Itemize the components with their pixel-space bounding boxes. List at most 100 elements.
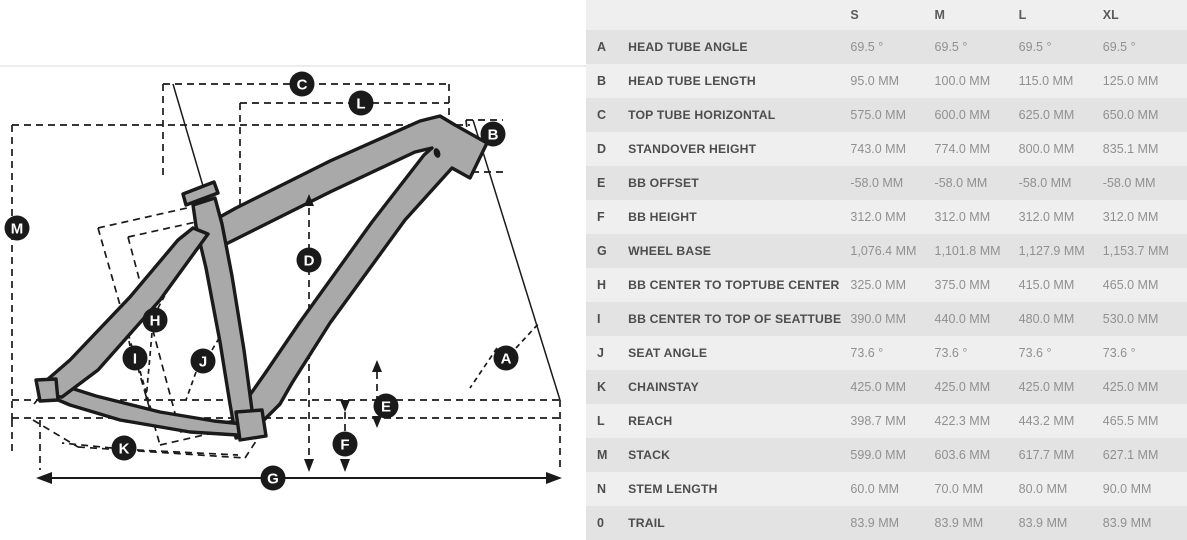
row-label: BB CENTER TO TOPTUBE CENTER [628, 268, 851, 302]
badge-label: G [267, 471, 279, 488]
row-value-xl: 650.0 MM [1102, 98, 1187, 132]
row-value-l: 800.0 MM [1018, 132, 1103, 166]
row-value-l: 480.0 MM [1018, 302, 1103, 336]
geometry-table-panel: S M L XL A HEAD TUBE ANGLE 69.5 ° 69.5 ° 69.… [586, 0, 1187, 540]
row-value-s: 599.0 MM [850, 438, 935, 472]
badge-c: C [289, 71, 315, 97]
row-value-s: 425.0 MM [850, 370, 935, 404]
row-letter: E [586, 166, 629, 200]
badge-label: C [297, 77, 308, 94]
badge-label: B [488, 127, 499, 144]
table-row: H BB CENTER TO TOPTUBE CENTER 325.0 MM 375.… [586, 268, 1187, 302]
row-value-xl: 465.0 MM [1102, 268, 1187, 302]
row-letter: K [586, 370, 629, 404]
table-row: E BB OFFSET -58.0 MM -58.0 MM -58.0 MM -58.0 … [586, 166, 1187, 200]
row-value-s: 398.7 MM [850, 404, 935, 438]
row-value-xl: 465.5 MM [1102, 404, 1187, 438]
row-value-m: 600.0 MM [934, 98, 1019, 132]
row-value-l: 415.0 MM [1018, 268, 1103, 302]
row-value-s: 743.0 MM [850, 132, 935, 166]
row-value-l: 625.0 MM [1018, 98, 1103, 132]
badge-label: M [11, 221, 24, 238]
table-body: A HEAD TUBE ANGLE 69.5 ° 69.5 ° 69.5 ° 69.5 °… [586, 30, 1187, 540]
table-header: S M L XL [586, 0, 1187, 30]
header-size-l: L [1018, 0, 1103, 30]
badge-label: H [150, 313, 161, 330]
table-row: N STEM LENGTH 60.0 MM 70.0 MM 80.0 MM 90.0 MM [586, 472, 1187, 506]
row-letter: G [586, 234, 629, 268]
row-value-xl: 835.1 MM [1102, 132, 1187, 166]
row-value-xl: 530.0 MM [1102, 302, 1187, 336]
row-value-s: 83.9 MM [850, 506, 935, 540]
badge-d: D [296, 247, 322, 273]
row-value-s: 69.5 ° [850, 30, 935, 64]
row-value-l: 1,127.9 MM [1018, 234, 1103, 268]
row-value-m: 83.9 MM [934, 506, 1019, 540]
table-row: B HEAD TUBE LENGTH 95.0 MM 100.0 MM 115.0 MM… [586, 64, 1187, 98]
row-letter: H [586, 268, 629, 302]
row-label: REACH [628, 404, 851, 438]
row-value-m: 70.0 MM [934, 472, 1019, 506]
table-row: A HEAD TUBE ANGLE 69.5 ° 69.5 ° 69.5 ° 69.5 ° [586, 30, 1187, 64]
row-value-xl: 83.9 MM [1102, 506, 1187, 540]
geometry-page: ABCDEFGHIJKLM S M L XL A HEAD TUBE ANGLE 6… [0, 0, 1187, 540]
badge-label: J [199, 354, 207, 371]
row-letter: M [586, 438, 629, 472]
row-value-xl: 312.0 MM [1102, 200, 1187, 234]
table-row: G WHEEL BASE 1,076.4 MM 1,101.8 MM 1,127.9 M… [586, 234, 1187, 268]
dropout [34, 377, 60, 403]
row-value-xl: 73.6 ° [1102, 336, 1187, 370]
badge-k: K [111, 435, 137, 461]
row-label: HEAD TUBE ANGLE [628, 30, 851, 64]
row-value-s: 312.0 MM [850, 200, 935, 234]
badge-g: G [260, 465, 286, 491]
row-value-l: 73.6 ° [1018, 336, 1103, 370]
table-row: L REACH 398.7 MM 422.3 MM 443.2 MM 465.5 MM [586, 404, 1187, 438]
row-label: HEAD TUBE LENGTH [628, 64, 851, 98]
header-letter [586, 0, 629, 30]
row-value-l: 83.9 MM [1018, 506, 1103, 540]
row-letter: L [586, 404, 629, 438]
badge-e: E [373, 393, 399, 419]
row-letter: J [586, 336, 629, 370]
table-row: M STACK 599.0 MM 603.6 MM 617.7 MM 627.1 MM [586, 438, 1187, 472]
row-value-l: 115.0 MM [1018, 64, 1103, 98]
header-size-s: S [850, 0, 935, 30]
badge-a: A [493, 345, 519, 371]
badge-h: H [142, 307, 168, 333]
header-size-xl: XL [1102, 0, 1187, 30]
row-value-l: 69.5 ° [1018, 30, 1103, 64]
row-value-xl: 125.0 MM [1102, 64, 1187, 98]
badge-i: I [122, 345, 148, 371]
table-row: J SEAT ANGLE 73.6 ° 73.6 ° 73.6 ° 73.6 ° [586, 336, 1187, 370]
row-value-m: -58.0 MM [934, 166, 1019, 200]
row-label: BB HEIGHT [628, 200, 851, 234]
row-letter: F [586, 200, 629, 234]
row-letter: D [586, 132, 629, 166]
row-value-l: 443.2 MM [1018, 404, 1103, 438]
row-label: SEAT ANGLE [628, 336, 851, 370]
badge-label: I [133, 351, 137, 368]
table-row: I BB CENTER TO TOP OF SEATTUBE 390.0 MM 440… [586, 302, 1187, 336]
table-row: D STANDOVER HEIGHT 743.0 MM 774.0 MM 800.0 M… [586, 132, 1187, 166]
table-row: F BB HEIGHT 312.0 MM 312.0 MM 312.0 MM 312.0 … [586, 200, 1187, 234]
row-value-m: 440.0 MM [934, 302, 1019, 336]
header-row: S M L XL [586, 0, 1187, 30]
row-value-xl: 627.1 MM [1102, 438, 1187, 472]
badge-label: L [356, 96, 365, 113]
row-label: STACK [628, 438, 851, 472]
row-value-m: 312.0 MM [934, 200, 1019, 234]
badge-label: A [501, 351, 512, 368]
row-label: TOP TUBE HORIZONTAL [628, 98, 851, 132]
row-value-xl: 90.0 MM [1102, 472, 1187, 506]
bike-frame [34, 114, 489, 442]
row-value-m: 425.0 MM [934, 370, 1019, 404]
row-value-xl: 1,153.7 MM [1102, 234, 1187, 268]
row-letter: A [586, 30, 629, 64]
row-label: BB CENTER TO TOP OF SEATTUBE [628, 302, 851, 336]
badge-l: L [348, 90, 374, 116]
row-letter: I [586, 302, 629, 336]
row-value-l: 617.7 MM [1018, 438, 1103, 472]
row-label: BB OFFSET [628, 166, 851, 200]
row-value-m: 1,101.8 MM [934, 234, 1019, 268]
